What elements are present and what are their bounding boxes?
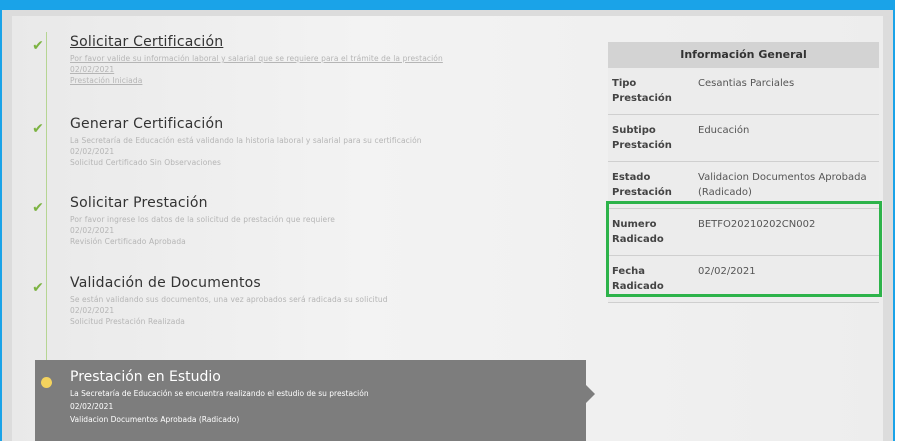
info-value: Cesantias Parciales — [698, 78, 795, 89]
step-status: Solicitud Certificado Sin Observaciones — [70, 158, 221, 167]
step-date: 02/02/2021 — [70, 226, 115, 235]
step-date: 02/02/2021 — [70, 402, 114, 411]
radicado-highlight-box — [606, 201, 882, 297]
step-description: Se están validando sus documentos, una v… — [70, 295, 388, 304]
step-description[interactable]: Por favor valide su información laboral … — [70, 54, 443, 63]
step-description: Por favor ingrese los datos de la solici… — [70, 215, 335, 224]
check-icon: ✔ — [32, 38, 44, 54]
info-label: Tipo Prestación — [612, 78, 672, 104]
info-row-tipo: Tipo Prestación Cesantias Parciales — [608, 68, 879, 115]
step-status: Solicitud Prestación Realizada — [70, 317, 186, 326]
step-status[interactable]: Prestación Iniciada — [70, 76, 142, 85]
step-title: Prestación en Estudio — [70, 369, 221, 385]
info-row-subtipo: Subtipo Prestación Educación — [608, 115, 879, 162]
info-value: Educación — [698, 125, 750, 136]
step-date: 02/02/2021 — [70, 147, 115, 156]
step-status: Validacion Documentos Aprobada (Radicado… — [70, 415, 240, 424]
info-label: Estado Prestación — [612, 172, 672, 198]
step-description: La Secretaría de Educación se encuentra … — [70, 389, 369, 398]
step-title: Validación de Documentos — [70, 275, 261, 291]
step-description: La Secretaría de Educación está validand… — [70, 136, 422, 145]
step-title: Generar Certificación — [70, 116, 224, 132]
step-title-link[interactable]: Solicitar Certificación — [70, 34, 223, 50]
check-icon: ✔ — [32, 121, 44, 137]
current-step-dot-icon — [41, 377, 52, 388]
check-icon: ✔ — [32, 280, 44, 296]
check-icon: ✔ — [32, 200, 44, 216]
info-value: Validacion Documentos Aprobada (Radicado… — [698, 172, 867, 198]
step-date: 02/02/2021 — [70, 306, 115, 315]
process-timeline: ✔ Solicitar Certificación Por favor vali… — [22, 32, 595, 441]
active-step-pointer — [586, 385, 595, 403]
step-date[interactable]: 02/02/2021 — [70, 65, 114, 74]
step-title: Solicitar Prestación — [70, 195, 208, 211]
step-status: Revisión Certificado Aprobada — [70, 237, 186, 246]
timeline-step-active: Prestación en Estudio La Secretaría de E… — [35, 360, 586, 441]
info-label: Subtipo Prestación — [612, 125, 672, 151]
info-panel-title: Información General — [608, 42, 879, 68]
